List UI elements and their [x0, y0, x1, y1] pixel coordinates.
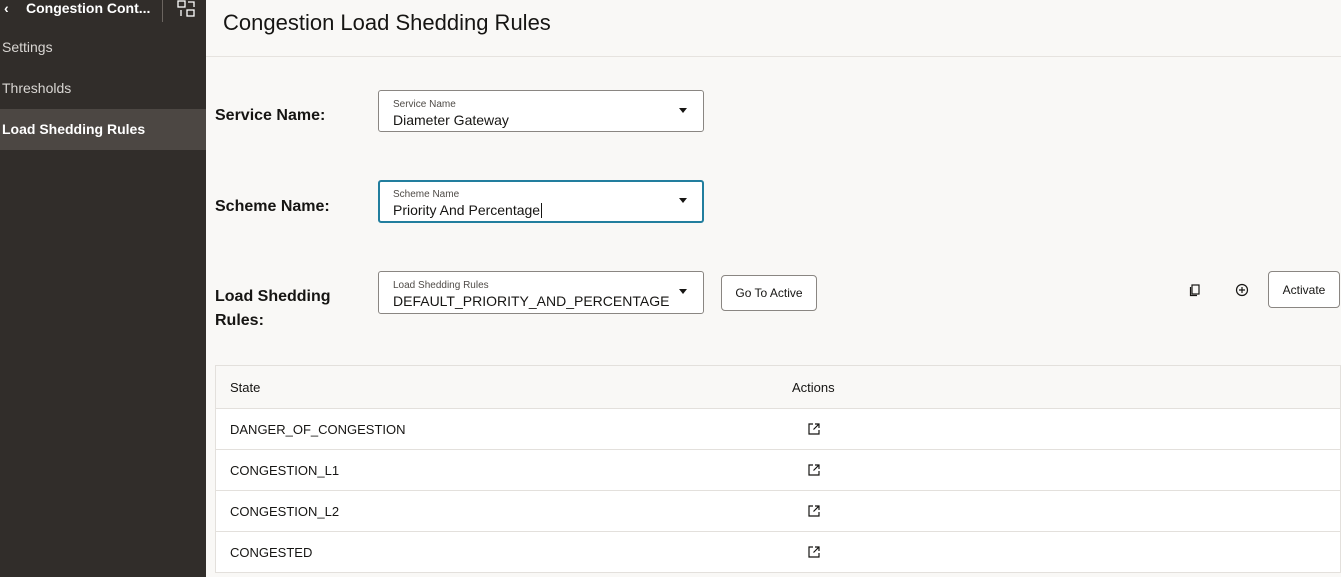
sidebar: ‹ Congestion Cont... Settings Thresholds…: [0, 0, 206, 577]
sidebar-divider: [162, 0, 163, 22]
scheme-name-caption: Scheme Name: [393, 189, 460, 200]
scheme-name-value-wrap: Priority And Percentage: [393, 202, 543, 218]
load-shedding-rules-label-line2: Rules:: [215, 312, 264, 329]
state-cell: CONGESTION_L1: [230, 463, 340, 478]
sidebar-title: Congestion Cont...: [26, 0, 151, 16]
sidebar-item-label: Settings: [2, 39, 53, 55]
service-name-select[interactable]: Service Name Diameter Gateway: [378, 90, 704, 132]
column-header-state: State: [230, 380, 261, 395]
sidebar-item-settings[interactable]: Settings: [0, 27, 206, 68]
sidebar-item-label: Thresholds: [2, 80, 72, 96]
state-cell: DANGER_OF_CONGESTION: [230, 422, 406, 437]
column-header-actions: Actions: [792, 380, 835, 395]
load-shedding-rules-label: Load Shedding Rules:: [215, 285, 331, 333]
scheme-name-value: Priority And Percentage: [393, 202, 541, 218]
copy-icon[interactable]: [1183, 278, 1207, 302]
add-circle-icon[interactable]: [1230, 278, 1254, 302]
load-shedding-rules-caption: Load Shedding Rules: [393, 280, 489, 291]
service-name-value: Diameter Gateway: [393, 112, 509, 128]
main-content: Congestion Load Shedding Rules Service N…: [206, 0, 1341, 577]
chevron-down-icon[interactable]: [679, 108, 687, 113]
open-external-icon[interactable]: [806, 503, 822, 519]
title-divider: [206, 56, 1341, 57]
table-header: State Actions: [216, 366, 1340, 409]
states-table: State Actions DANGER_OF_CONGESTION CONGE…: [215, 365, 1341, 573]
load-shedding-rules-value: DEFAULT_PRIORITY_AND_PERCENTAGE: [393, 293, 670, 309]
load-shedding-rules-label-line1: Load Shedding: [215, 288, 331, 305]
open-external-icon[interactable]: [806, 462, 822, 478]
sidebar-item-label: Load Shedding Rules: [2, 121, 146, 137]
table-row: CONGESTION_L1: [216, 450, 1340, 491]
scheme-name-label: Scheme Name:: [215, 198, 330, 215]
page-title: Congestion Load Shedding Rules: [223, 10, 551, 35]
chevron-down-icon[interactable]: [679, 289, 687, 294]
activate-button[interactable]: Activate: [1268, 271, 1340, 308]
sidebar-item-thresholds[interactable]: Thresholds: [0, 68, 206, 109]
chevron-left-icon[interactable]: ‹: [4, 0, 9, 16]
table-row: CONGESTION_L2: [216, 491, 1340, 532]
expand-icon[interactable]: [176, 0, 196, 18]
open-external-icon[interactable]: [806, 421, 822, 437]
state-cell: CONGESTED: [230, 545, 313, 560]
open-external-icon[interactable]: [806, 544, 822, 560]
table-row: DANGER_OF_CONGESTION: [216, 409, 1340, 450]
text-cursor: [541, 203, 543, 218]
go-to-active-button[interactable]: Go To Active: [721, 275, 817, 311]
load-shedding-rules-select[interactable]: Load Shedding Rules DEFAULT_PRIORITY_AND…: [378, 271, 704, 314]
table-row: CONGESTED: [216, 532, 1340, 573]
sidebar-header: ‹ Congestion Cont...: [0, 0, 206, 22]
service-name-label: Service Name:: [215, 107, 326, 124]
sidebar-item-load-shedding-rules[interactable]: Load Shedding Rules: [0, 109, 206, 150]
chevron-down-icon[interactable]: [679, 198, 687, 203]
service-name-caption: Service Name: [393, 99, 456, 110]
scheme-name-select[interactable]: Scheme Name Priority And Percentage: [378, 180, 704, 223]
state-cell: CONGESTION_L2: [230, 504, 340, 519]
